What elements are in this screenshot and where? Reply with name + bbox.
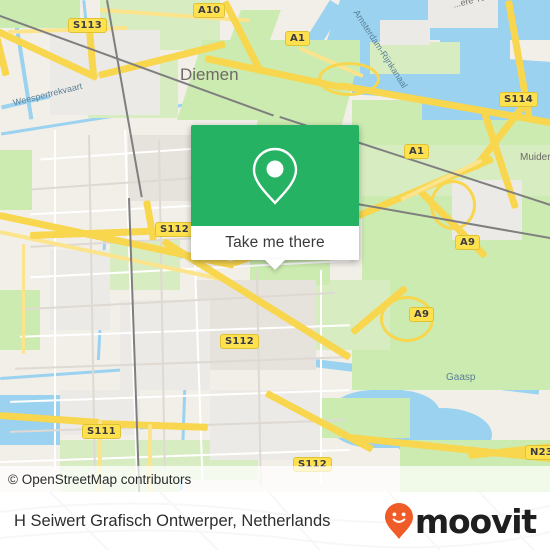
road-shield-a9: A9 [455, 235, 481, 250]
park-area [352, 100, 422, 148]
street [320, 270, 322, 485]
park-area [0, 290, 40, 350]
park-area [0, 150, 32, 210]
page-title: H Seiwert Grafisch Ontwerper, Netherland… [14, 511, 331, 530]
urban-block [380, 20, 430, 45]
road-shield-a9: A9 [409, 307, 435, 322]
road-shield-s112: S112 [220, 334, 259, 349]
road-shield-a1: A1 [404, 144, 430, 159]
moovit-wordmark: moovit [414, 501, 537, 541]
card-pointer-tail [264, 259, 286, 270]
osm-attribution[interactable]: © OpenStreetMap contributors [0, 466, 550, 492]
road-shield-s111: S111 [82, 424, 121, 439]
map-water-label: Gaasp [446, 372, 476, 383]
urban-block [50, 250, 110, 330]
road-shield-s113: S113 [68, 18, 107, 33]
moovit-map-page: Diemen Weespertrekvaart Amsterdam-Rijnka… [0, 0, 550, 550]
osm-attribution-text: © OpenStreetMap contributors [8, 471, 192, 487]
footer-bar: H Seiwert Grafisch Ontwerper, Netherland… [0, 492, 550, 550]
road-s112 [22, 244, 25, 354]
card-header [191, 125, 359, 226]
card-action[interactable]: Take me there [191, 226, 359, 260]
map-pin-icon [252, 147, 298, 205]
map-town-label: Muiderb [520, 152, 550, 163]
road-shield-a1: A1 [285, 31, 311, 46]
take-me-there-card[interactable]: Take me there [191, 125, 359, 270]
road-shield-s114: S114 [499, 92, 538, 107]
road-shield-n23x: N23 [525, 445, 550, 460]
map-place-label-diemen: Diemen [180, 65, 239, 84]
moovit-smiley-pin-icon [384, 503, 413, 539]
road-shield-s112: S112 [155, 222, 194, 237]
road-shield-a10: A10 [193, 3, 226, 18]
motorway-ramp [318, 62, 380, 96]
moovit-brand[interactable]: moovit [384, 502, 550, 541]
take-me-there-label: Take me there [225, 234, 325, 251]
